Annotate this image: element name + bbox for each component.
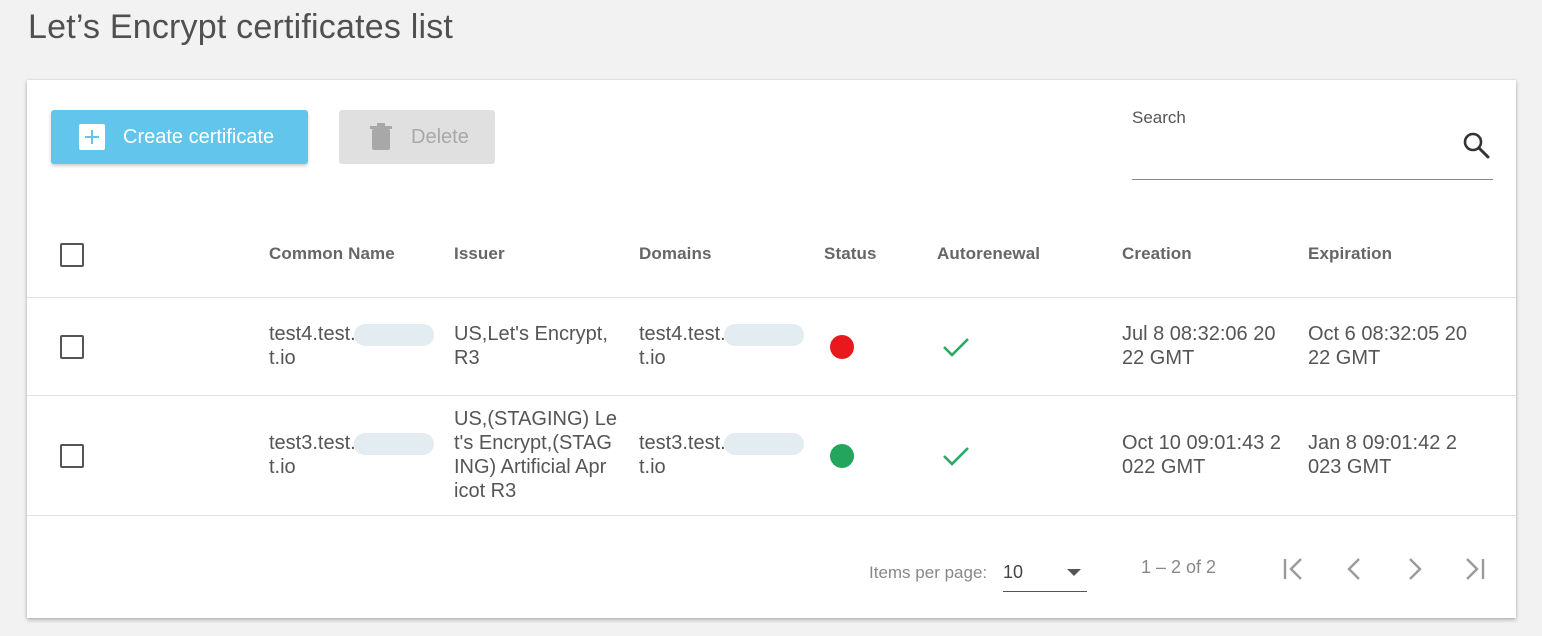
domains-cell: test4.test. t.io — [639, 322, 804, 370]
creation-cell: Jul 8 08:32:06 20 22 GMT — [1122, 323, 1276, 369]
issuer-cell: US,Let's Encrypt, R3 — [454, 323, 608, 369]
search-input[interactable] — [1132, 146, 1442, 174]
search-icon[interactable] — [1461, 130, 1491, 160]
range-label: 1 – 2 of 2 — [1141, 557, 1217, 577]
page-size-value: 10 — [1003, 562, 1024, 582]
search-field[interactable]: Search — [1132, 106, 1493, 180]
delete-button[interactable]: Delete — [339, 110, 495, 164]
status-indicator — [830, 335, 854, 359]
column-header-issuer[interactable]: Issuer — [454, 244, 505, 264]
row-checkbox[interactable] — [60, 444, 84, 468]
common-name-cell: test4.test. t.io — [269, 322, 434, 370]
row-checkbox[interactable] — [60, 335, 84, 359]
trash-icon — [370, 123, 392, 150]
select-all-checkbox[interactable] — [60, 243, 84, 267]
previous-page-icon[interactable] — [1338, 552, 1372, 586]
page-size-select[interactable]: 10 — [1003, 556, 1087, 592]
items-per-page-label: Items per page: — [869, 563, 988, 582]
header-divider — [27, 297, 1516, 298]
column-header-autorenewal[interactable]: Autorenewal — [937, 244, 1040, 264]
column-header-creation[interactable]: Creation — [1122, 244, 1192, 264]
issuer-cell: US,(STAGING) Le t's Encrypt,(STAG ING) A… — [454, 408, 617, 502]
check-icon — [943, 338, 969, 357]
creation-cell: Oct 10 09:01:43 2 022 GMT — [1122, 432, 1282, 478]
expiration-cell: Oct 6 08:32:05 20 22 GMT — [1308, 323, 1468, 369]
row-divider — [27, 515, 1516, 516]
certificates-card: Create certificate Delete Search Common … — [27, 80, 1516, 618]
plus-icon — [79, 124, 105, 150]
redacted-blur — [353, 323, 434, 346]
domains-cell: test3.test. t.io — [639, 431, 804, 479]
column-header-status[interactable]: Status — [824, 244, 877, 264]
expiration-cell: Jan 8 09:01:42 2 023 GMT — [1308, 432, 1458, 478]
status-indicator — [830, 444, 854, 468]
column-header-expiration[interactable]: Expiration — [1308, 244, 1392, 264]
search-label: Search — [1132, 108, 1186, 127]
last-page-icon[interactable] — [1457, 552, 1491, 586]
page-title: Let’s Encrypt certificates list — [28, 8, 454, 46]
first-page-icon[interactable] — [1277, 552, 1311, 586]
common-name-cell: test3.test. t.io — [269, 431, 434, 479]
chevron-down-icon — [1067, 569, 1081, 576]
column-header-common-name[interactable]: Common Name — [269, 244, 395, 264]
redacted-blur — [353, 432, 434, 455]
column-header-domains[interactable]: Domains — [639, 244, 712, 264]
delete-label: Delete — [411, 125, 469, 148]
create-certificate-label: Create certificate — [123, 125, 275, 148]
next-page-icon[interactable] — [1397, 552, 1431, 586]
redacted-blur — [723, 323, 804, 346]
row-divider — [27, 395, 1516, 396]
create-certificate-button[interactable]: Create certificate — [51, 110, 308, 164]
redacted-blur — [723, 432, 804, 455]
check-icon — [943, 447, 969, 466]
